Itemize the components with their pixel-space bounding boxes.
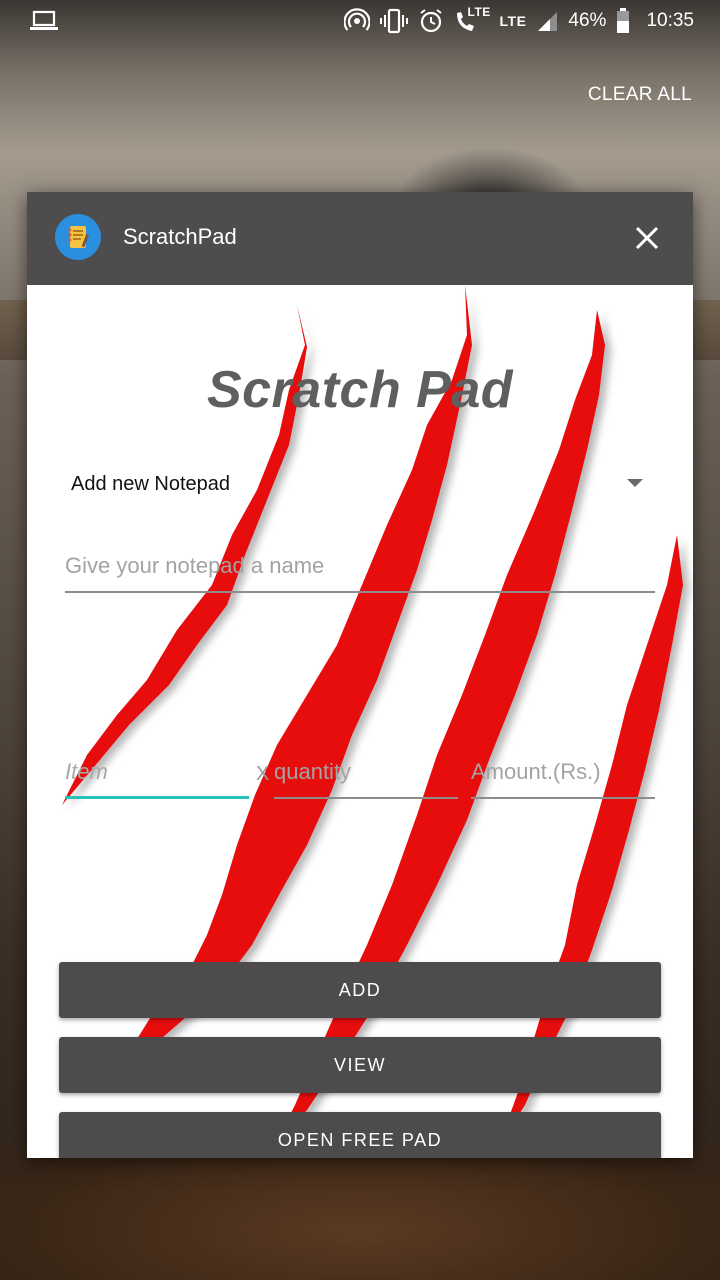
vibrate-icon xyxy=(379,8,408,34)
notepad-name-input[interactable] xyxy=(65,547,655,591)
recent-app-card[interactable]: ScratchPad Scratch Pad Add new Notepad G… xyxy=(27,192,693,1158)
close-icon[interactable] xyxy=(631,222,663,254)
battery-icon xyxy=(616,8,630,34)
multiply-separator: X xyxy=(256,763,270,785)
battery-percent: 46% xyxy=(568,10,607,31)
amount-input[interactable] xyxy=(471,753,655,797)
lte-label: LTE xyxy=(467,5,491,19)
quantity-input[interactable] xyxy=(274,753,458,797)
amount-field[interactable] xyxy=(471,753,655,799)
view-button[interactable]: VIEW xyxy=(59,1037,661,1093)
alarm-icon xyxy=(418,8,444,34)
dropdown-selected-value: Add new Notepad xyxy=(71,473,231,495)
call-icon: LTE xyxy=(454,5,490,33)
card-header: ScratchPad xyxy=(27,192,693,285)
signal-icon xyxy=(536,10,558,32)
item-input[interactable] xyxy=(65,753,249,796)
app-screen: Scratch Pad Add new Notepad X ADD VIEW O… xyxy=(27,285,693,1158)
item-field[interactable] xyxy=(65,753,249,799)
dropdown-arrow-icon xyxy=(627,479,643,487)
lte-label: LTE xyxy=(499,13,527,29)
page-title: Scratch Pad xyxy=(206,361,514,419)
add-button[interactable]: ADD xyxy=(59,962,661,1018)
hotspot-icon xyxy=(343,8,370,34)
quantity-field[interactable] xyxy=(274,753,458,799)
notepad-dropdown[interactable]: Add new Notepad xyxy=(57,463,643,507)
laptop-icon xyxy=(30,10,58,32)
clear-all-button[interactable]: CLEAR ALL xyxy=(588,84,692,106)
notepad-name-field[interactable] xyxy=(65,547,655,593)
app-title: ScratchPad xyxy=(123,224,237,249)
clock: 10:35 xyxy=(646,10,694,31)
open-free-pad-button[interactable]: OPEN FREE PAD xyxy=(59,1112,661,1158)
status-bar: LTE LTE 46% 10:35 xyxy=(0,0,720,42)
notepad-icon xyxy=(55,214,101,260)
